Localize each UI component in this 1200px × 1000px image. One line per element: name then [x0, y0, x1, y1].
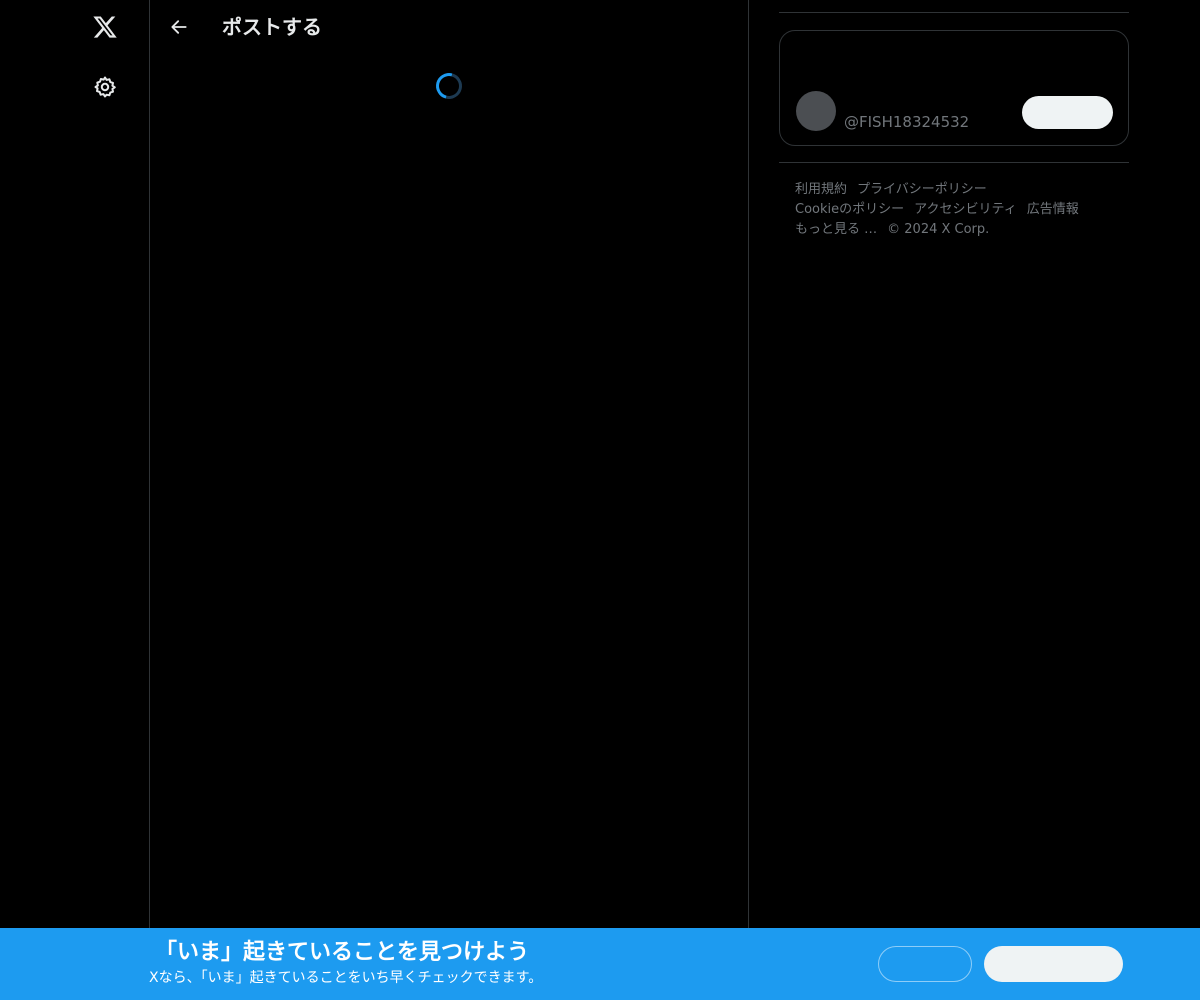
divider [779, 12, 1129, 13]
footer-copyright: © 2024 X Corp. [887, 222, 990, 237]
footer-links: 利用規約 プライバシーポリシー Cookieのポリシー アクセシビリティ 広告情報 も… [795, 180, 1115, 240]
main-column: ポストする [150, 0, 749, 1000]
gear-icon[interactable] [88, 70, 122, 104]
avatar[interactable] [796, 91, 836, 131]
page-title: ポストする [222, 15, 322, 39]
arrow-left-icon[interactable] [162, 10, 196, 44]
footer-link-privacy[interactable]: プライバシーポリシー [857, 182, 987, 197]
x-logo-icon[interactable] [88, 10, 122, 44]
signup-banner: 「いま」起きていることを見つけよう Xなら、「いま」起きていることをいち早くチェ… [0, 928, 1200, 1000]
account-card: @FISH18324532 [779, 30, 1129, 146]
footer-link-more[interactable]: もっと見る … [795, 222, 877, 237]
banner-subtitle: Xなら、「いま」起きていることをいち早くチェックできます。 [149, 970, 543, 986]
follow-button[interactable] [1022, 96, 1113, 129]
login-button[interactable] [878, 946, 972, 982]
footer-link-accessibility[interactable]: アクセシビリティ [914, 202, 1017, 217]
left-navigation [0, 0, 150, 1000]
footer-link-ads-info[interactable]: 広告情報 [1027, 202, 1079, 217]
loading-spinner [431, 68, 467, 104]
footer-link-terms[interactable]: 利用規約 [795, 182, 847, 197]
footer-link-cookie[interactable]: Cookieのポリシー [795, 202, 904, 217]
divider [779, 162, 1129, 163]
signup-button[interactable] [984, 946, 1123, 982]
account-handle[interactable]: @FISH18324532 [844, 113, 969, 131]
banner-title: 「いま」起きていることを見つけよう [155, 940, 530, 965]
